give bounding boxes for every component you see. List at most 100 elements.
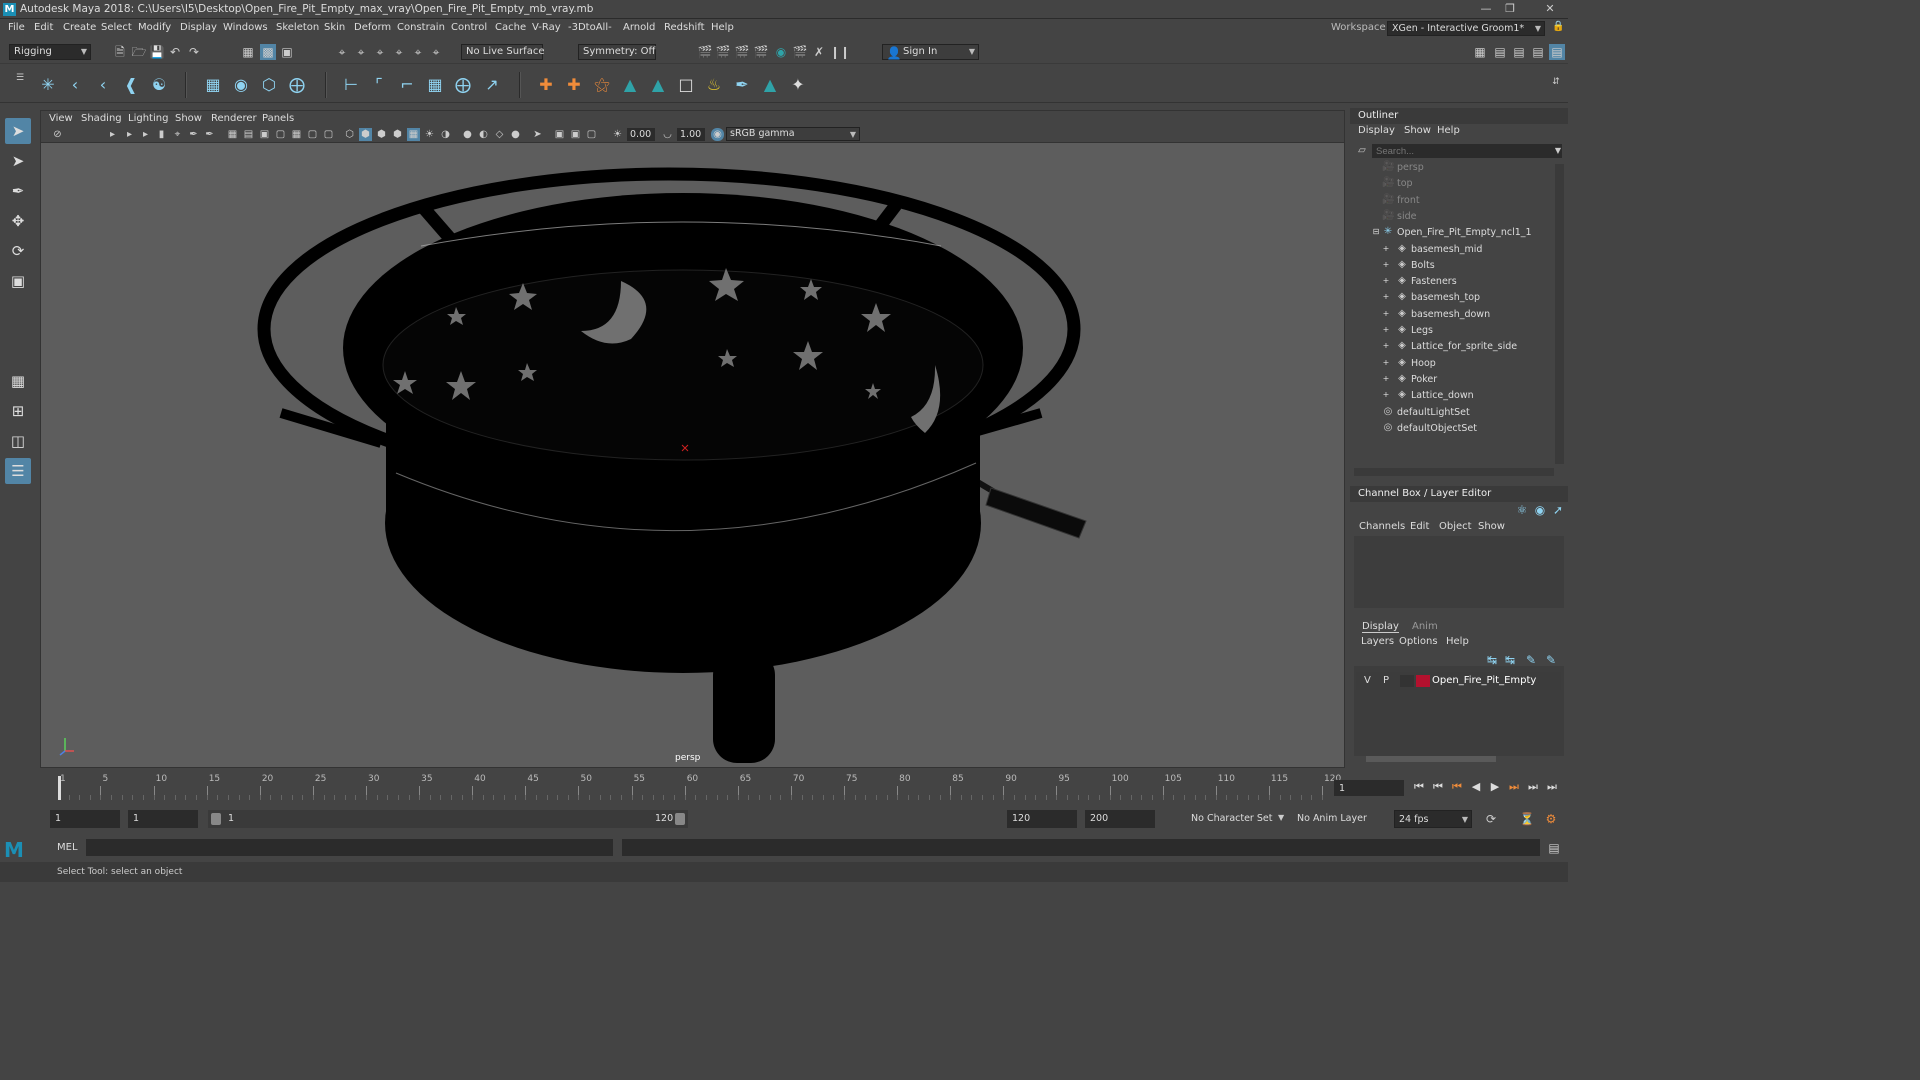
expand-icon[interactable]: + [1380,324,1392,336]
animation-start-field[interactable]: 1 [50,810,120,828]
range-slider[interactable]: 1 120 [208,810,688,828]
orient-constraint-icon[interactable]: ▲ [619,74,641,96]
outliner-item[interactable]: + ◈ Bolts [1354,258,1554,274]
wrap-icon[interactable]: ⨁ [286,74,308,96]
outliner-item[interactable]: + ◈ basemesh_down [1354,307,1554,323]
parent-constraint-icon[interactable]: ▲ [647,74,669,96]
redo-icon[interactable]: ↷ [186,44,202,60]
layer-playback-toggle[interactable]: P [1383,675,1389,686]
expand-icon[interactable]: + [1380,291,1392,303]
textured-icon[interactable]: ▦ [407,128,420,141]
minimize-button[interactable]: — [1476,2,1496,16]
expand-icon[interactable]: + [1380,275,1392,287]
script-language-label[interactable]: MEL [57,842,78,853]
joint-tool-icon[interactable]: ✳ [37,74,59,96]
layer-color-swatch[interactable] [1416,675,1430,687]
viewport-panel[interactable]: View Shading Lighting Show Renderer Pane… [40,110,1345,768]
two-d-pan-icon[interactable]: ⌖ [171,128,184,141]
menu-file[interactable]: File [8,22,25,33]
pin-tool-icon[interactable]: ✦ [787,74,809,96]
outliner-item[interactable]: ◎ defaultObjectSet [1354,421,1554,437]
open-scene-icon[interactable]: 🗁 [131,44,147,60]
bookmark-icon[interactable]: ▸ [139,128,152,141]
menu-redshift[interactable]: Redshift [664,22,705,33]
menuset-dropdown[interactable]: Rigging ▼ [9,44,91,60]
pause-render-icon[interactable]: ❙❙ [830,44,850,60]
channels-menu[interactable]: Channels [1359,521,1405,532]
outliner-item[interactable]: 🎥 front [1354,193,1554,209]
show-menu[interactable]: Show [1478,521,1505,532]
vray-render-icon[interactable]: ✗ [811,44,827,60]
outliner-menu-display[interactable]: Display [1358,125,1395,136]
wireframe-on-shaded-icon[interactable]: ⬢ [391,128,404,141]
lock-icon[interactable]: 🔒 [1552,21,1564,32]
resolution-gate-icon[interactable]: ▣ [258,128,271,141]
expand-icon[interactable]: + [1380,243,1392,255]
single-perspective-layout-icon[interactable]: ▦ [5,368,31,394]
snap-vertex-icon[interactable]: ⌖ [428,44,444,60]
layer-h-scrollbar[interactable] [1366,756,1496,762]
display-layer-row[interactable]: V P Open_Fire_Pit_Empty [1356,672,1561,690]
camera-attributes-icon[interactable]: ⊘ [51,128,64,141]
snap-view-icon[interactable]: ⌖ [391,44,407,60]
attribute-editor-icon[interactable]: ▤ [1492,44,1508,60]
four-view-layout-icon[interactable]: ⊞ [5,398,31,424]
paint-weights-icon[interactable]: ✒ [731,74,753,96]
character-set-field[interactable]: No Character Set [1186,810,1282,828]
isolate-select-icon[interactable]: ➤ [531,128,544,141]
menu-deform[interactable]: Deform [354,22,391,33]
go-to-end-icon[interactable]: ⏭ [1545,780,1559,794]
exposure-field[interactable]: 0.00 [627,128,655,141]
range-slider-start-handle[interactable] [211,813,221,825]
lasso-tool-icon[interactable]: ➤ [5,148,31,174]
menu-skin[interactable]: Skin [324,22,345,33]
options-menu[interactable]: Options [1399,636,1438,647]
outliner-item[interactable]: 🎥 side [1354,209,1554,225]
menu-edit[interactable]: Edit [34,22,53,33]
xray-icon[interactable]: ▣ [553,128,566,141]
viewport-menu-view[interactable]: View [49,113,73,124]
select-hierarchy-icon[interactable]: ▦ [240,44,256,60]
gate-mask-toggle-icon[interactable]: ▢ [274,128,287,141]
set-driven-key-icon[interactable]: ♨ [703,74,725,96]
modeling-toolkit-icon[interactable]: ▦ [1472,44,1488,60]
menu-vray[interactable]: V-Ray [532,22,561,33]
xray-components-icon[interactable]: ▢ [585,128,598,141]
undo-icon[interactable]: ↶ [167,44,183,60]
playback-end-field[interactable]: 120 [1007,810,1077,828]
outliner-item[interactable]: + ◈ Poker [1354,372,1554,388]
select-component-icon[interactable]: ▣ [279,44,295,60]
fps-dropdown[interactable]: 24 fps ▼ [1394,810,1472,828]
menu-help[interactable]: Help [711,22,734,33]
outliner-item[interactable]: 🎥 persp [1354,160,1554,176]
live-surface-field[interactable]: No Live Surface [461,44,544,60]
use-all-lights-icon[interactable]: ☀ [423,128,436,141]
render-view-icon[interactable]: 🎬 [792,44,808,60]
menu-select[interactable]: Select [101,22,132,33]
object-menu[interactable]: Object [1439,521,1472,532]
channel-box-lock-icon[interactable]: ◉ [1532,502,1548,518]
outliner-item[interactable]: + ◈ Fasteners [1354,274,1554,290]
shadows-icon[interactable]: ◑ [439,128,452,141]
expand-icon[interactable]: + [1380,389,1392,401]
aim-constraint-icon[interactable]: ⚝ [591,74,613,96]
new-scene-icon[interactable]: 🗎 [112,44,128,60]
channel-box-toggle-icon[interactable]: ▤ [1530,44,1546,60]
outliner-menu-help[interactable]: Help [1437,125,1460,136]
expand-icon[interactable]: + [1380,340,1392,352]
shelf-scroll-icon[interactable]: ⇵ [1548,74,1564,90]
camera-lock-icon[interactable]: ▸ [123,128,136,141]
animation-end-field[interactable]: 200 [1085,810,1155,828]
outliner-item[interactable]: + ◈ Lattice_down [1354,388,1554,404]
time-slider[interactable]: 1 5 10 15 20 25 30 35 40 45 50 55 60 65 70 75 80 85 90 95 10… [40,772,1341,800]
outliner-item[interactable]: ◎ defaultLightSet [1354,405,1554,421]
layer-tab-display[interactable]: Display [1362,621,1399,633]
safe-action-icon[interactable]: ▢ [306,128,319,141]
tool-settings-icon[interactable]: ▤ [1511,44,1527,60]
outliner-item[interactable]: + ◈ Legs [1354,323,1554,339]
scene-view[interactable] [41,143,1344,767]
snap-point-icon[interactable]: ⌖ [372,44,388,60]
motion-blur-icon[interactable]: ◐ [477,128,490,141]
render-settings-icon[interactable]: 🎬 [753,44,769,60]
snap-surface-icon[interactable]: ⌖ [410,44,426,60]
